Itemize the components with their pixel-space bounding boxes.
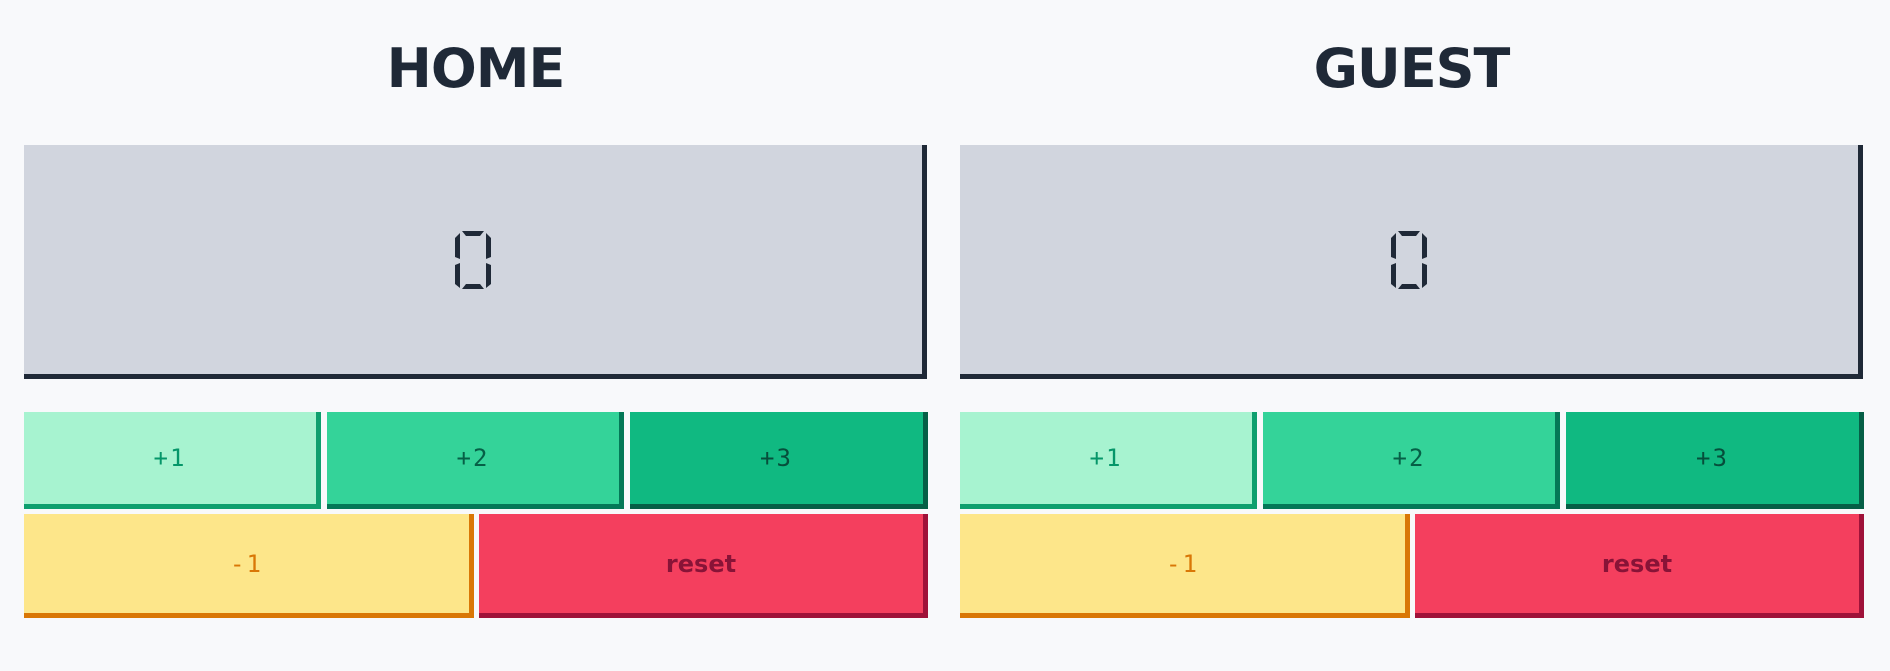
guest-add-1-button[interactable]: +1 [960,412,1257,509]
guest-add-1-label: +1 [1089,444,1123,472]
home-add-3-button[interactable]: +3 [630,412,928,509]
digit-segment-a [1398,230,1420,236]
guest-add-3-button[interactable]: +3 [1566,412,1864,509]
guest-score-display [960,145,1863,379]
digit-segment-f [1391,232,1396,259]
home-score-digit [455,230,491,289]
guest-reset-label: reset [1601,549,1673,578]
home-add-3-label: +3 [760,444,793,472]
home-reset-label: reset [665,549,737,578]
digit-segment-b [1422,232,1427,259]
home-add-2-label: +2 [456,444,490,472]
guest-subtract-1-button[interactable]: -1 [960,514,1410,618]
home-add-1-button[interactable]: +1 [24,412,321,509]
guest-add-3-label: +3 [1696,444,1729,472]
digit-segment-b [486,232,491,259]
home-subtract-1-button[interactable]: -1 [24,514,474,618]
home-reset-button[interactable]: reset [479,514,928,618]
home-add-1-label: +1 [153,444,187,472]
home-subtract-1-label: -1 [230,549,263,578]
digit-segment-c [486,262,491,288]
guest-team-title: GUEST [1313,37,1511,100]
guest-reset-button[interactable]: reset [1415,514,1864,618]
digit-segment-f [455,232,460,259]
guest-add-2-button[interactable]: +2 [1263,412,1560,509]
home-score-display [24,145,927,379]
guest-subtract-1-label: -1 [1166,549,1199,578]
digit-segment-e [1391,262,1396,288]
digit-segment-a [462,230,484,236]
digit-segment-d [1398,283,1420,289]
home-team-title: HOME [386,37,566,100]
home-add-2-button[interactable]: +2 [327,412,624,509]
digit-segment-c [1422,262,1427,288]
guest-add-2-label: +2 [1392,444,1426,472]
digit-segment-d [462,283,484,289]
guest-score-digit [1391,230,1427,289]
digit-segment-e [455,262,460,288]
